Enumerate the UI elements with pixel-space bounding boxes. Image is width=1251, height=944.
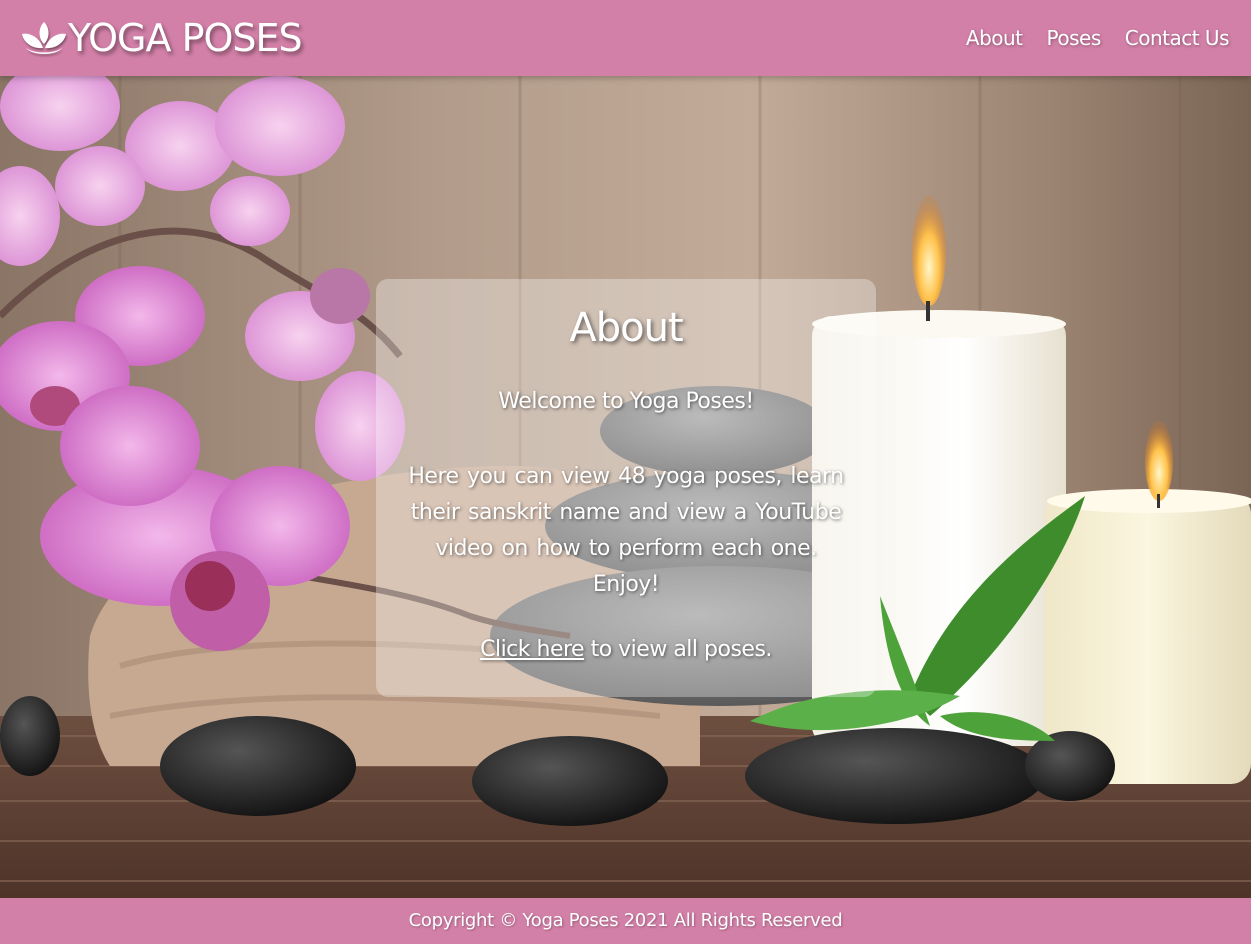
main-nav: About Poses Contact Us	[966, 26, 1230, 50]
nav-about[interactable]: About	[966, 26, 1023, 50]
welcome-text: Welcome to Yoga Poses!	[498, 389, 754, 414]
page: YOGA POSES About Poses Contact Us About …	[0, 0, 1251, 944]
site-footer: Copyright © Yoga Poses 2021 All Rights R…	[0, 898, 1251, 944]
about-description: Here you can view 48 yoga poses, learn t…	[408, 464, 844, 597]
view-poses-cta: Click here to view all poses.	[376, 637, 876, 662]
nav-poses[interactable]: Poses	[1047, 26, 1102, 50]
about-card: About Welcome to Yoga Poses! Here you ca…	[376, 279, 876, 697]
site-title: YOGA POSES	[68, 16, 303, 60]
site-header: YOGA POSES About Poses Contact Us	[0, 0, 1251, 76]
lotus-icon	[20, 18, 68, 58]
about-heading: About	[569, 305, 683, 351]
brand[interactable]: YOGA POSES	[20, 14, 303, 62]
cta-text: to view all poses.	[584, 637, 773, 662]
copyright-text: Copyright © Yoga Poses 2021 All Rights R…	[408, 910, 843, 931]
click-here-link[interactable]: Click here	[480, 637, 585, 662]
nav-contact-us[interactable]: Contact Us	[1125, 26, 1230, 50]
